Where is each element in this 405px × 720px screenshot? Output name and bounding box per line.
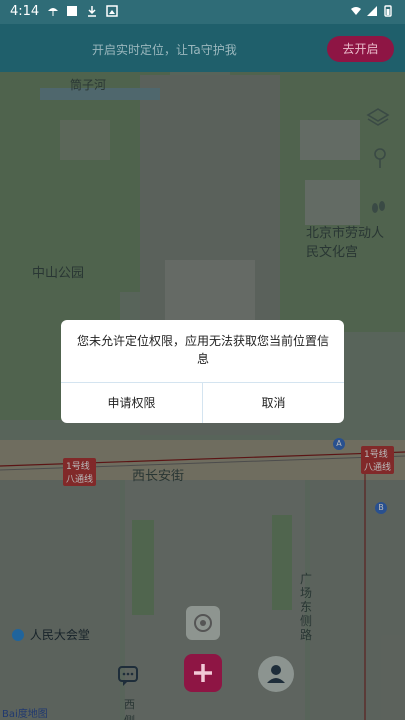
location-banner: 开启实时定位，让Ta守护我 去开启 [0,24,405,72]
permission-dialog: 您未允许定位权限，应用无法获取您当前位置信息 申请权限 取消 [61,320,344,423]
wifi-icon [351,7,361,15]
dialog-message: 您未允许定位权限，应用无法获取您当前位置信息 [77,334,330,366]
chat-icon [118,666,138,686]
signal-icon [367,6,377,16]
layers-icon[interactable] [366,106,390,130]
status-time: 4:14 [10,4,40,19]
request-permission-button[interactable]: 申请权限 [61,383,203,423]
pin-icon[interactable] [368,146,392,170]
cancel-button[interactable]: 取消 [203,383,344,423]
status-bar: 4:14 [0,0,405,24]
profile-icon [267,665,285,683]
umbrella-icon [48,8,58,16]
locate-icon [194,614,212,632]
enable-location-button[interactable]: 去开启 [327,36,394,62]
profile-button[interactable] [258,656,294,692]
dialog-buttons: 申请权限 取消 [61,382,344,423]
footprint-icon[interactable] [366,194,390,218]
chat-button[interactable] [113,660,143,690]
image-icon [106,5,118,17]
locate-button[interactable] [186,606,220,640]
square-icon [67,6,77,16]
add-button[interactable] [184,654,222,692]
add-icon [194,664,212,682]
banner-message: 开启实时定位，让Ta守护我 [92,43,237,57]
download-icon [88,6,96,17]
battery-icon [384,5,392,17]
